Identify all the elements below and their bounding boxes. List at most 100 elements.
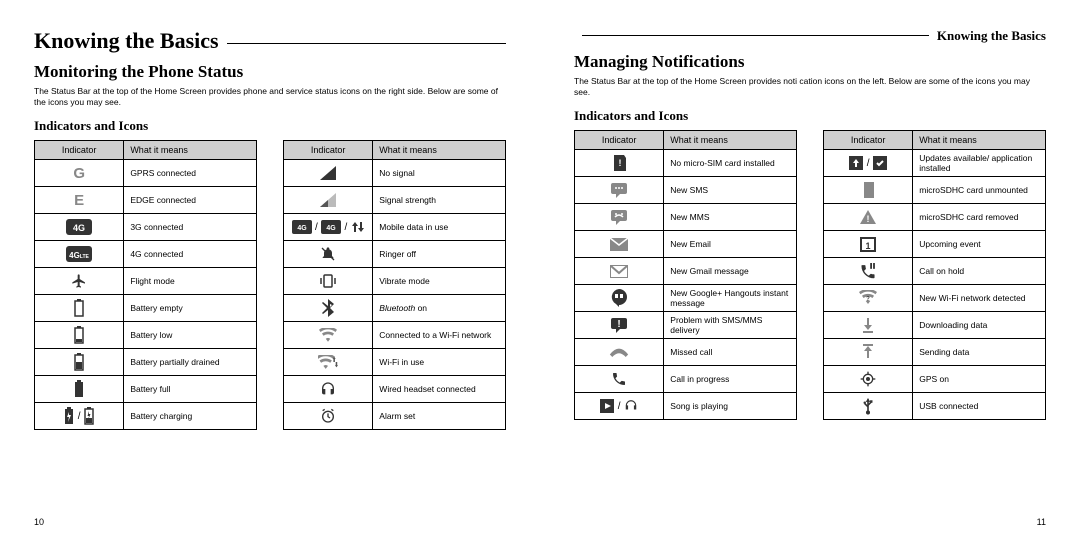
header-rule-left bbox=[227, 43, 506, 44]
cell-text: Problem with SMS/MMS delivery bbox=[664, 312, 797, 339]
battery-charging-alt-icon bbox=[84, 407, 94, 425]
mms-icon bbox=[610, 209, 628, 225]
cell-text: New MMS bbox=[664, 204, 797, 231]
cell-text: Flight mode bbox=[124, 268, 257, 295]
cell-text: Downloading data bbox=[913, 312, 1046, 339]
cell-text: Connected to a Wi-Fi network bbox=[373, 322, 506, 349]
cell-text: 4G connected bbox=[124, 241, 257, 268]
call-hold-icon bbox=[859, 263, 877, 279]
cell-text: Alarm set bbox=[373, 403, 506, 430]
header-row-right: Knowing the Basics bbox=[574, 28, 1046, 44]
sms-problem-icon: ! bbox=[610, 317, 628, 333]
wifi-connected-icon bbox=[319, 328, 337, 342]
subtitle-left: Indicators and Icons bbox=[34, 118, 506, 134]
wifi-inuse-icon bbox=[318, 355, 338, 369]
call-icon bbox=[611, 371, 627, 387]
cell-text: GPS on bbox=[913, 366, 1046, 393]
th-meaning: What it means bbox=[913, 131, 1046, 150]
cell-text: No micro-SIM card installed bbox=[664, 150, 797, 177]
chapter-title-right: Knowing the Basics bbox=[937, 28, 1046, 44]
cell-text: Missed call bbox=[664, 339, 797, 366]
slash-text: / bbox=[315, 222, 318, 233]
cell-text: New Email bbox=[664, 231, 797, 258]
music-headphones-icon bbox=[624, 399, 638, 413]
cell-text: Updates available/ application installed bbox=[913, 150, 1046, 177]
th-indicator: Indicator bbox=[824, 131, 913, 150]
chapter-title-left: Knowing the Basics bbox=[34, 28, 219, 54]
cell-text: USB connected bbox=[913, 393, 1046, 420]
cell-text: GPRS connected bbox=[124, 160, 257, 187]
airplane-icon bbox=[71, 273, 87, 289]
cell-text: Call on hold bbox=[913, 258, 1046, 285]
cell-text: Call in progress bbox=[664, 366, 797, 393]
slash-text: / bbox=[618, 401, 621, 412]
th-indicator: Indicator bbox=[284, 141, 373, 160]
cell-text: Wired headset connected bbox=[373, 376, 506, 403]
section-title-left: Monitoring the Phone Status bbox=[34, 62, 506, 82]
cell-text: 3G connected bbox=[124, 214, 257, 241]
tables-row-right: Indicator What it means ! No micro-SIM ca… bbox=[574, 130, 1046, 420]
svg-text:!: ! bbox=[619, 158, 622, 168]
sd-unmount-icon bbox=[862, 182, 874, 198]
cell-text: New Google+ Hangouts instant message bbox=[664, 285, 797, 312]
cell-text: Bluetooth on bbox=[373, 295, 506, 322]
headset-icon bbox=[320, 381, 336, 397]
sms-icon bbox=[610, 182, 628, 198]
cell-text: Vibrate mode bbox=[373, 268, 506, 295]
cell-text: Mobile data in use bbox=[373, 214, 506, 241]
4g-icon: 4GLTE bbox=[66, 246, 92, 262]
battery-full-icon bbox=[74, 380, 84, 398]
wifi-new-icon: ? bbox=[859, 290, 877, 306]
updates-available-icon bbox=[849, 156, 863, 170]
notif-table-b: Indicator What it means / Updates availa… bbox=[823, 130, 1046, 420]
cell-text: No signal bbox=[373, 160, 506, 187]
cell-text: New SMS bbox=[664, 177, 797, 204]
cell-text: Song is playing bbox=[664, 393, 797, 420]
ringer-off-icon bbox=[320, 246, 336, 262]
signal-icon bbox=[320, 193, 336, 207]
svg-text:!: ! bbox=[867, 214, 870, 224]
usb-icon bbox=[862, 397, 874, 415]
alarm-icon bbox=[320, 408, 336, 424]
th-meaning: What it means bbox=[124, 141, 257, 160]
svg-text:1: 1 bbox=[866, 241, 871, 251]
svg-text:4G: 4G bbox=[73, 223, 85, 233]
cell-text: Signal strength bbox=[373, 187, 506, 214]
cell-text: Battery empty bbox=[124, 295, 257, 322]
status-table-a: Indicator What it means GGPRS connected … bbox=[34, 140, 257, 430]
battery-low-icon bbox=[74, 326, 84, 344]
battery-partial-icon bbox=[74, 353, 84, 371]
calendar-icon: 1 bbox=[860, 236, 876, 252]
hangouts-icon bbox=[611, 289, 627, 307]
cell-text: microSDHC card removed bbox=[913, 204, 1046, 231]
th-meaning: What it means bbox=[373, 141, 506, 160]
gprs-icon: G bbox=[73, 165, 85, 182]
cell-text: Battery low bbox=[124, 322, 257, 349]
email-icon bbox=[610, 238, 628, 251]
cell-text: Ringer off bbox=[373, 241, 506, 268]
cell-text: Upcoming event bbox=[913, 231, 1046, 258]
3g-icon: 4G bbox=[66, 219, 92, 235]
cell-text: Sending data bbox=[913, 339, 1046, 366]
mobile-data-icon-4g: 4G bbox=[321, 220, 341, 234]
cell-text: Battery partially drained bbox=[124, 349, 257, 376]
page-number-left: 10 bbox=[34, 517, 44, 527]
tables-row-left: Indicator What it means GGPRS connected … bbox=[34, 140, 506, 430]
app-installed-icon bbox=[873, 156, 887, 170]
battery-charging-icon bbox=[64, 407, 74, 425]
notif-table-a: Indicator What it means !No micro-SIM ca… bbox=[574, 130, 797, 420]
page-left: Knowing the Basics Monitoring the Phone … bbox=[0, 0, 540, 539]
cell-text: Wi-Fi in use bbox=[373, 349, 506, 376]
subtitle-right: Indicators and Icons bbox=[574, 108, 1046, 124]
missed-call-icon bbox=[609, 346, 629, 358]
cell-text: New Gmail message bbox=[664, 258, 797, 285]
page-right: Knowing the Basics Managing Notification… bbox=[540, 0, 1080, 539]
svg-text:?: ? bbox=[866, 296, 870, 302]
no-sim-icon: ! bbox=[612, 155, 626, 171]
page-number-right: 11 bbox=[1037, 517, 1046, 527]
svg-text:4G: 4G bbox=[297, 225, 307, 232]
cell-text: EDGE connected bbox=[124, 187, 257, 214]
no-signal-icon bbox=[320, 166, 336, 180]
th-indicator: Indicator bbox=[575, 131, 664, 150]
cell-text: Battery full bbox=[124, 376, 257, 403]
